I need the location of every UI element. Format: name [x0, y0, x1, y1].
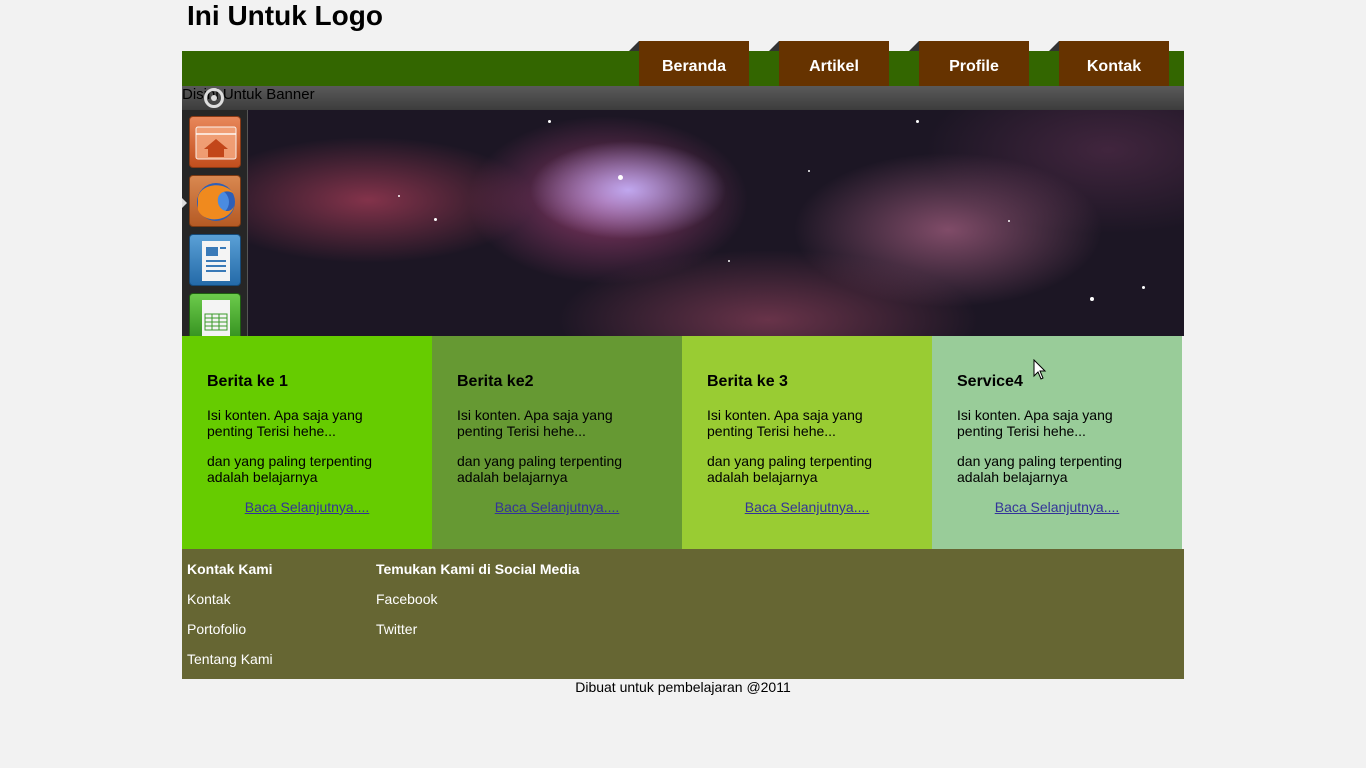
- nav-tab-kontak[interactable]: Kontak: [1049, 41, 1169, 86]
- banner-label: Disini Untuk Banner: [182, 86, 315, 103]
- active-app-indicator: [182, 198, 187, 208]
- read-more-link[interactable]: Baca Selanjutnya....: [957, 499, 1157, 515]
- footer-link-twitter[interactable]: Twitter: [376, 621, 580, 637]
- news-body: Isi konten. Apa saja yang penting Terisi…: [457, 407, 613, 439]
- news-body: Isi konten. Apa saja yang penting Terisi…: [957, 407, 1113, 439]
- nebula-image: [248, 110, 1184, 336]
- news-body: dan yang paling terpenting adalah belaja…: [957, 453, 1123, 485]
- footer: Kontak Kami Kontak Portofolio Tentang Ka…: [182, 549, 1184, 679]
- footer-link-tentang-kami[interactable]: Tentang Kami: [187, 651, 273, 667]
- star: [1090, 297, 1094, 301]
- nav-tab-beranda[interactable]: Beranda: [629, 41, 749, 86]
- news-body: dan yang paling terpenting adalah belaja…: [707, 453, 873, 485]
- writer-document-icon[interactable]: [189, 234, 241, 286]
- footer-link-kontak[interactable]: Kontak: [187, 591, 273, 607]
- star: [398, 195, 400, 197]
- mouse-cursor-icon: [1033, 359, 1047, 380]
- star: [916, 120, 919, 123]
- banner: Disini Untuk Banner: [182, 86, 1184, 336]
- star: [1142, 286, 1145, 289]
- desktop-top-panel: [182, 86, 1184, 110]
- firefox-icon[interactable]: [189, 175, 241, 227]
- footer-social-title: Temukan Kami di Social Media: [376, 561, 580, 577]
- read-more-link[interactable]: Baca Selanjutnya....: [207, 499, 407, 515]
- footer-social-column: Temukan Kami di Social Media Facebook Tw…: [376, 561, 580, 651]
- news-card-3: Berita ke 3 Isi konten. Apa saja yang pe…: [682, 336, 932, 549]
- footer-contact-column: Kontak Kami Kontak Portofolio Tentang Ka…: [187, 561, 273, 681]
- site-logo: Ini Untuk Logo: [187, 0, 383, 31]
- news-body: Isi konten. Apa saja yang penting Terisi…: [707, 407, 863, 439]
- news-body: dan yang paling terpenting adalah belaja…: [457, 453, 623, 485]
- news-card-2: Berita ke2 Isi konten. Apa saja yang pen…: [432, 336, 682, 549]
- footer-link-portofolio[interactable]: Portofolio: [187, 621, 273, 637]
- news-card-1: Berita ke 1 Isi konten. Apa saja yang pe…: [182, 336, 432, 549]
- star: [548, 120, 551, 123]
- home-folder-icon[interactable]: [189, 116, 241, 168]
- news-body: Isi konten. Apa saja yang penting Terisi…: [207, 407, 363, 439]
- footer-contact-title: Kontak Kami: [187, 561, 273, 577]
- read-more-link[interactable]: Baca Selanjutnya....: [457, 499, 657, 515]
- spreadsheet-icon[interactable]: [189, 293, 241, 336]
- news-body: dan yang paling terpenting adalah belaja…: [207, 453, 373, 485]
- credit-text: Dibuat untuk pembelajaran @2011: [575, 679, 791, 695]
- news-title: Berita ke2: [457, 373, 534, 390]
- main-nav: Beranda Artikel Profile Kontak: [182, 41, 1184, 86]
- star: [808, 170, 810, 172]
- footer-link-facebook[interactable]: Facebook: [376, 591, 580, 607]
- star: [618, 175, 623, 180]
- nav-tab-profile[interactable]: Profile: [909, 41, 1029, 86]
- read-more-link[interactable]: Baca Selanjutnya....: [707, 499, 907, 515]
- star: [434, 218, 437, 221]
- nav-tab-artikel[interactable]: Artikel: [769, 41, 889, 86]
- news-title: Berita ke 1: [207, 373, 288, 390]
- news-card-4: Service4 Isi konten. Apa saja yang penti…: [932, 336, 1182, 549]
- news-title: Berita ke 3: [707, 373, 788, 390]
- news-title: Service4: [957, 373, 1023, 390]
- ubuntu-logo-icon[interactable]: [204, 88, 224, 108]
- star: [728, 260, 730, 262]
- star: [1008, 220, 1010, 222]
- app-launcher: [182, 110, 248, 336]
